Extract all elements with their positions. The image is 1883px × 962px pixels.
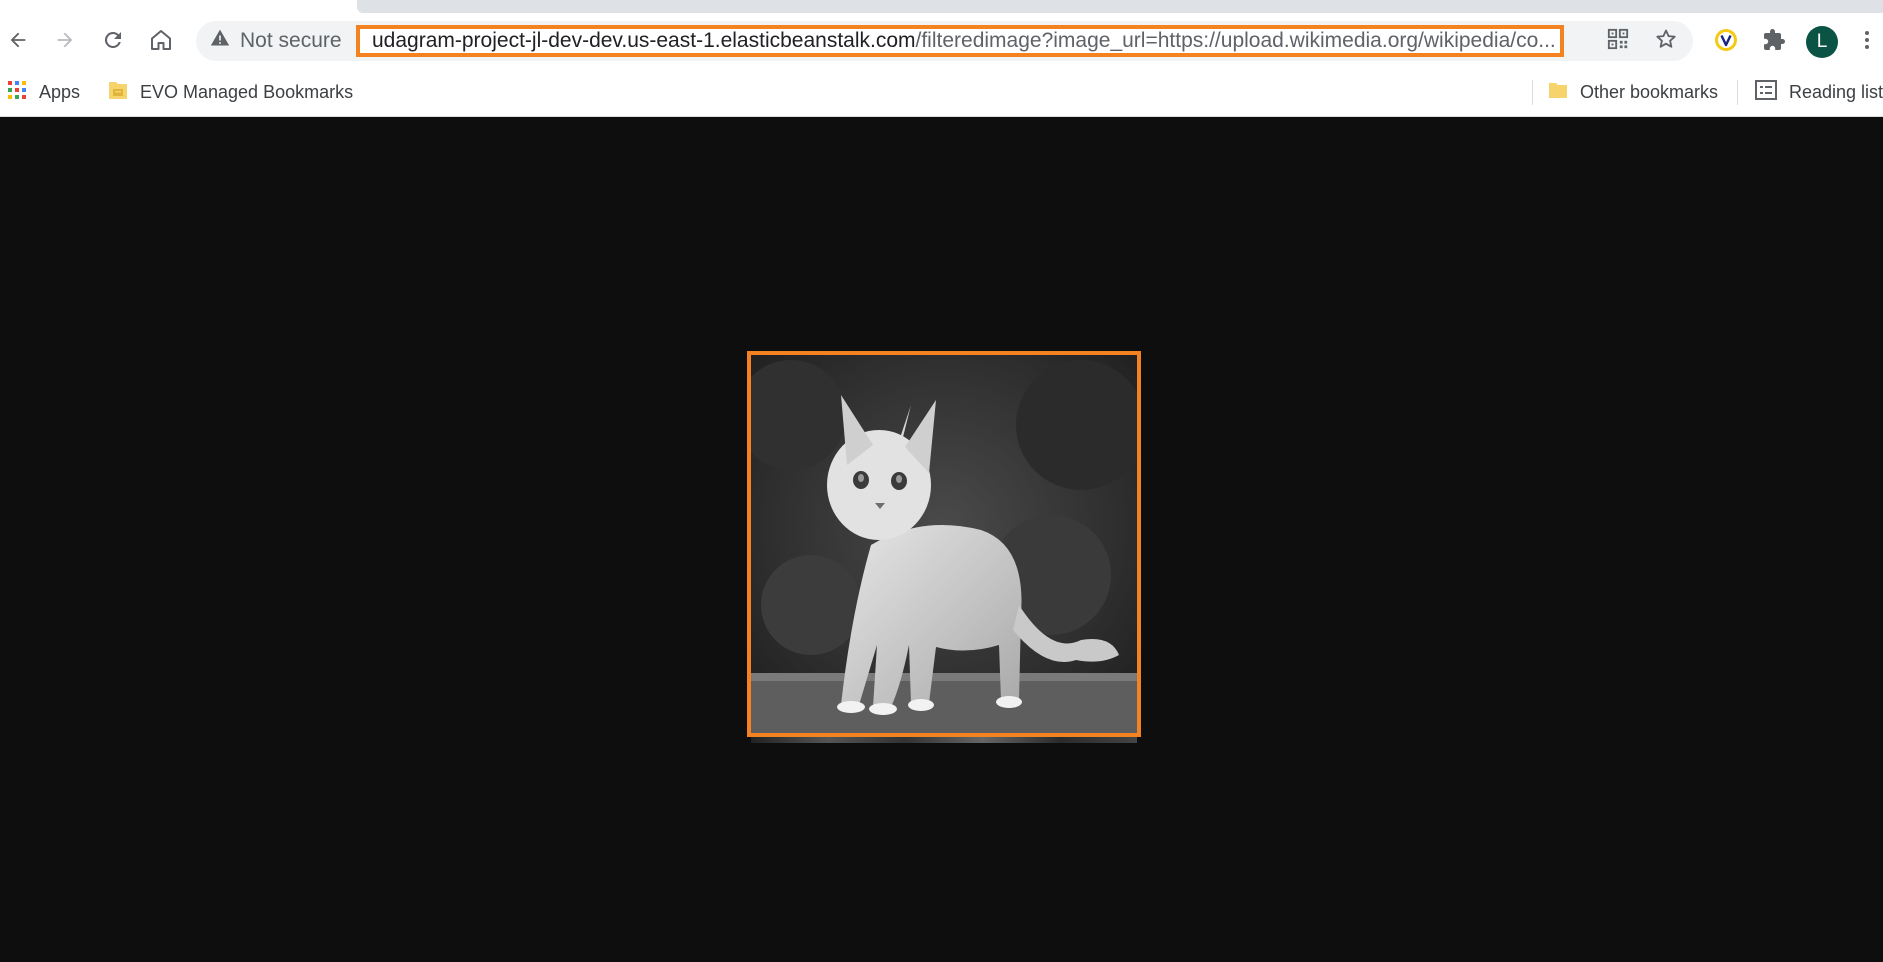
folder-icon	[1548, 80, 1568, 105]
extensions-button[interactable]	[1757, 25, 1791, 59]
kebab-menu-icon	[1863, 28, 1871, 57]
image-overflow-strip	[751, 737, 1137, 743]
bookmarks-separator	[1532, 80, 1533, 105]
back-button[interactable]	[2, 26, 34, 58]
bookmark-evo-managed-label: EVO Managed Bookmarks	[140, 81, 354, 102]
warning-triangle-icon	[210, 28, 230, 54]
bookmark-apps[interactable]: Apps	[7, 77, 80, 107]
reload-icon	[101, 28, 125, 57]
tab-strip-edge	[357, 0, 1883, 13]
puzzle-icon	[1762, 28, 1786, 57]
profile-initial: L	[1816, 31, 1828, 52]
v-extension-button[interactable]	[1709, 25, 1743, 59]
reading-list-icon	[1755, 79, 1777, 105]
url-host: udagram-project-jl-dev-dev.us-east-1.ela…	[372, 29, 916, 52]
apps-grid-icon	[7, 80, 27, 105]
bookmarks-separator-2	[1737, 80, 1738, 105]
arrow-left-icon	[7, 29, 29, 56]
bookmark-star-button[interactable]	[1650, 25, 1682, 57]
reload-button[interactable]	[97, 26, 129, 58]
filtered-image	[747, 351, 1141, 737]
url-path: /filteredimage?image_url=https://upload.…	[915, 29, 1556, 52]
arrow-right-icon	[54, 29, 76, 56]
page-content	[0, 117, 1883, 962]
tab-strip	[0, 0, 1883, 14]
v-extension-icon	[1713, 27, 1739, 58]
reading-list-button[interactable]: Reading list	[1755, 77, 1883, 107]
grayscale-kitten-image	[751, 355, 1137, 733]
profile-avatar[interactable]: L	[1806, 26, 1838, 58]
star-icon	[1654, 27, 1678, 56]
security-chip[interactable]: Not secure	[210, 21, 342, 61]
url-field[interactable]: udagram-project-jl-dev-dev.us-east-1.ela…	[356, 25, 1564, 57]
bookmark-evo-managed[interactable]: EVO Managed Bookmarks	[108, 77, 353, 107]
qr-code-button[interactable]	[1602, 25, 1634, 57]
bookmarks-bar: Apps EVO Managed Bookmarks Other bookmar…	[0, 68, 1883, 117]
security-label: Not secure	[240, 29, 342, 52]
managed-folder-icon	[108, 79, 128, 106]
menu-button[interactable]	[1855, 25, 1879, 59]
bookmark-apps-label: Apps	[39, 81, 81, 102]
forward-button[interactable]	[49, 26, 81, 58]
reading-list-label: Reading list	[1789, 81, 1883, 102]
home-button[interactable]	[145, 26, 177, 58]
bookmark-other-label: Other bookmarks	[1580, 81, 1719, 102]
bookmark-other-folder[interactable]: Other bookmarks	[1548, 77, 1718, 107]
browser-toolbar: Not secure udagram-project-jl-dev-dev.us…	[0, 14, 1883, 68]
qr-code-icon	[1607, 28, 1629, 55]
omnibox[interactable]: Not secure udagram-project-jl-dev-dev.us…	[196, 21, 1693, 61]
home-icon	[149, 28, 173, 57]
